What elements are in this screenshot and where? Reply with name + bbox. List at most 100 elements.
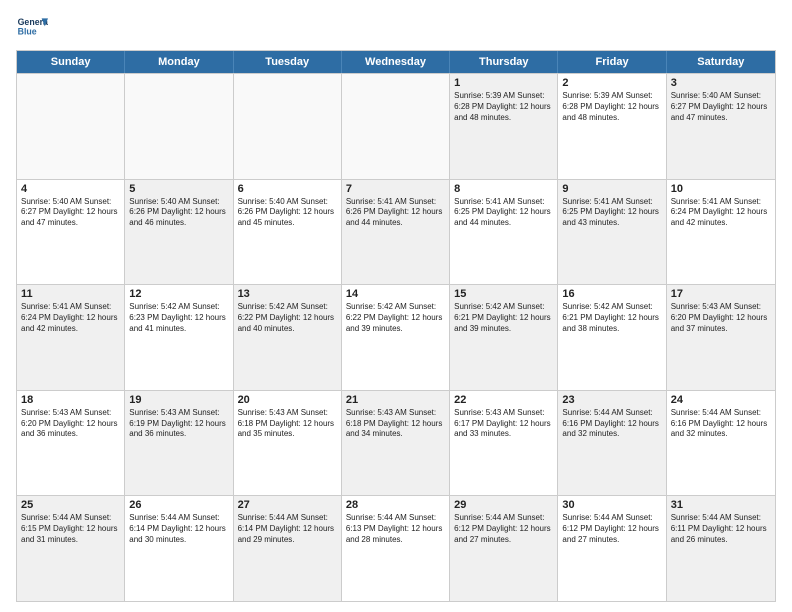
day-cell-10: 10 Sunrise: 5:41 AM Sunset: 6:24 PM Dayli… [667, 180, 775, 285]
calendar-body: 1Sunrise: 5:39 AM Sunset: 6:28 PM Daylig… [17, 73, 775, 601]
day-cell-25: 25 Sunrise: 5:44 AM Sunset: 6:15 PM Dayli… [17, 496, 125, 601]
day-info: Sunrise: 5:42 AM Sunset: 6:22 PM Dayligh… [238, 302, 337, 334]
day-number: 27 [238, 499, 337, 511]
day-info: Sunrise: 5:43 AM Sunset: 6:19 PM Dayligh… [129, 408, 228, 440]
day-number: 14 [346, 288, 445, 300]
day-info: Sunrise: 5:44 AM Sunset: 6:14 PM Dayligh… [129, 513, 228, 545]
day-cell-18: 18 Sunrise: 5:43 AM Sunset: 6:20 PM Dayli… [17, 391, 125, 496]
day-info: Sunrise: 5:39 AM Sunset: 6:28 PM Dayligh… [454, 91, 553, 123]
day-info: Sunrise: 5:41 AM Sunset: 6:25 PM Dayligh… [562, 197, 661, 229]
header-day-tuesday: Tuesday [234, 51, 342, 73]
day-cell-20: 20 Sunrise: 5:43 AM Sunset: 6:18 PM Dayli… [234, 391, 342, 496]
day-number: 3 [671, 77, 771, 89]
day-info: Sunrise: 5:44 AM Sunset: 6:16 PM Dayligh… [562, 408, 661, 440]
day-cell-9: 9 Sunrise: 5:41 AM Sunset: 6:25 PM Daylig… [558, 180, 666, 285]
week-row-1: 1Sunrise: 5:39 AM Sunset: 6:28 PM Daylig… [17, 73, 775, 179]
day-cell-22: 22 Sunrise: 5:43 AM Sunset: 6:17 PM Dayli… [450, 391, 558, 496]
day-number: 19 [129, 394, 228, 406]
day-cell-12: 12 Sunrise: 5:42 AM Sunset: 6:23 PM Dayli… [125, 285, 233, 390]
day-info: Sunrise: 5:44 AM Sunset: 6:11 PM Dayligh… [671, 513, 771, 545]
day-number: 9 [562, 183, 661, 195]
day-info: Sunrise: 5:44 AM Sunset: 6:12 PM Dayligh… [454, 513, 553, 545]
day-cell-23: 23 Sunrise: 5:44 AM Sunset: 6:16 PM Dayli… [558, 391, 666, 496]
day-cell-21: 21Sunrise: 5:43 AM Sunset: 6:18 PM Dayli… [342, 391, 450, 496]
header-day-friday: Friday [558, 51, 666, 73]
day-cell-6: 6 Sunrise: 5:40 AM Sunset: 6:26 PM Daylig… [234, 180, 342, 285]
day-info: Sunrise: 5:40 AM Sunset: 6:27 PM Dayligh… [671, 91, 771, 123]
day-cell-15: 15Sunrise: 5:42 AM Sunset: 6:21 PM Dayli… [450, 285, 558, 390]
day-info: Sunrise: 5:44 AM Sunset: 6:14 PM Dayligh… [238, 513, 337, 545]
day-info: Sunrise: 5:40 AM Sunset: 6:26 PM Dayligh… [238, 197, 337, 229]
svg-text:Blue: Blue [18, 26, 37, 36]
day-cell-28: 28 Sunrise: 5:44 AM Sunset: 6:13 PM Dayli… [342, 496, 450, 601]
day-cell-2: 2 Sunrise: 5:39 AM Sunset: 6:28 PM Daylig… [558, 74, 666, 179]
day-number: 7 [346, 183, 445, 195]
day-number: 31 [671, 499, 771, 511]
day-info: Sunrise: 5:43 AM Sunset: 6:18 PM Dayligh… [238, 408, 337, 440]
day-number: 20 [238, 394, 337, 406]
day-info: Sunrise: 5:42 AM Sunset: 6:22 PM Dayligh… [346, 302, 445, 334]
day-number: 6 [238, 183, 337, 195]
day-info: Sunrise: 5:39 AM Sunset: 6:28 PM Dayligh… [562, 91, 661, 123]
day-number: 13 [238, 288, 337, 300]
day-number: 24 [671, 394, 771, 406]
day-number: 10 [671, 183, 771, 195]
day-cell-26: 26 Sunrise: 5:44 AM Sunset: 6:14 PM Dayli… [125, 496, 233, 601]
day-cell-19: 19 Sunrise: 5:43 AM Sunset: 6:19 PM Dayli… [125, 391, 233, 496]
week-row-4: 18 Sunrise: 5:43 AM Sunset: 6:20 PM Dayli… [17, 390, 775, 496]
day-cell-24: 24Sunrise: 5:44 AM Sunset: 6:16 PM Dayli… [667, 391, 775, 496]
day-cell-27: 27 Sunrise: 5:44 AM Sunset: 6:14 PM Dayli… [234, 496, 342, 601]
day-number: 30 [562, 499, 661, 511]
page: General Blue SundayMondayTuesdayWednesda… [0, 0, 792, 612]
day-cell-3: 3 Sunrise: 5:40 AM Sunset: 6:27 PM Daylig… [667, 74, 775, 179]
day-info: Sunrise: 5:41 AM Sunset: 6:26 PM Dayligh… [346, 197, 445, 229]
day-number: 26 [129, 499, 228, 511]
day-info: Sunrise: 5:44 AM Sunset: 6:13 PM Dayligh… [346, 513, 445, 545]
day-cell-29: 29 Sunrise: 5:44 AM Sunset: 6:12 PM Dayli… [450, 496, 558, 601]
day-number: 23 [562, 394, 661, 406]
empty-cell-0-3 [342, 74, 450, 179]
day-cell-11: 11 Sunrise: 5:41 AM Sunset: 6:24 PM Dayli… [17, 285, 125, 390]
day-info: Sunrise: 5:41 AM Sunset: 6:25 PM Dayligh… [454, 197, 553, 229]
day-number: 28 [346, 499, 445, 511]
day-cell-1: 1Sunrise: 5:39 AM Sunset: 6:28 PM Daylig… [450, 74, 558, 179]
day-number: 22 [454, 394, 553, 406]
day-info: Sunrise: 5:42 AM Sunset: 6:23 PM Dayligh… [129, 302, 228, 334]
empty-cell-0-2 [234, 74, 342, 179]
logo-icon: General Blue [16, 12, 48, 44]
header: General Blue [16, 12, 776, 44]
empty-cell-0-1 [125, 74, 233, 179]
day-info: Sunrise: 5:41 AM Sunset: 6:24 PM Dayligh… [21, 302, 120, 334]
logo: General Blue [16, 12, 52, 44]
day-cell-8: 8Sunrise: 5:41 AM Sunset: 6:25 PM Daylig… [450, 180, 558, 285]
day-number: 17 [671, 288, 771, 300]
day-number: 11 [21, 288, 120, 300]
day-number: 16 [562, 288, 661, 300]
header-day-saturday: Saturday [667, 51, 775, 73]
calendar-header: SundayMondayTuesdayWednesdayThursdayFrid… [17, 51, 775, 73]
day-info: Sunrise: 5:41 AM Sunset: 6:24 PM Dayligh… [671, 197, 771, 229]
header-day-thursday: Thursday [450, 51, 558, 73]
day-info: Sunrise: 5:40 AM Sunset: 6:26 PM Dayligh… [129, 197, 228, 229]
day-number: 2 [562, 77, 661, 89]
day-info: Sunrise: 5:44 AM Sunset: 6:15 PM Dayligh… [21, 513, 120, 545]
week-row-2: 4Sunrise: 5:40 AM Sunset: 6:27 PM Daylig… [17, 179, 775, 285]
day-cell-16: 16 Sunrise: 5:42 AM Sunset: 6:21 PM Dayli… [558, 285, 666, 390]
header-day-sunday: Sunday [17, 51, 125, 73]
day-number: 29 [454, 499, 553, 511]
day-info: Sunrise: 5:42 AM Sunset: 6:21 PM Dayligh… [562, 302, 661, 334]
day-number: 18 [21, 394, 120, 406]
day-info: Sunrise: 5:43 AM Sunset: 6:20 PM Dayligh… [21, 408, 120, 440]
calendar: SundayMondayTuesdayWednesdayThursdayFrid… [16, 50, 776, 602]
day-number: 12 [129, 288, 228, 300]
day-number: 25 [21, 499, 120, 511]
day-cell-4: 4Sunrise: 5:40 AM Sunset: 6:27 PM Daylig… [17, 180, 125, 285]
day-number: 21 [346, 394, 445, 406]
week-row-3: 11 Sunrise: 5:41 AM Sunset: 6:24 PM Dayli… [17, 284, 775, 390]
day-cell-30: 30Sunrise: 5:44 AM Sunset: 6:12 PM Dayli… [558, 496, 666, 601]
day-number: 15 [454, 288, 553, 300]
header-day-monday: Monday [125, 51, 233, 73]
day-info: Sunrise: 5:43 AM Sunset: 6:17 PM Dayligh… [454, 408, 553, 440]
day-cell-5: 5Sunrise: 5:40 AM Sunset: 6:26 PM Daylig… [125, 180, 233, 285]
empty-cell-0-0 [17, 74, 125, 179]
